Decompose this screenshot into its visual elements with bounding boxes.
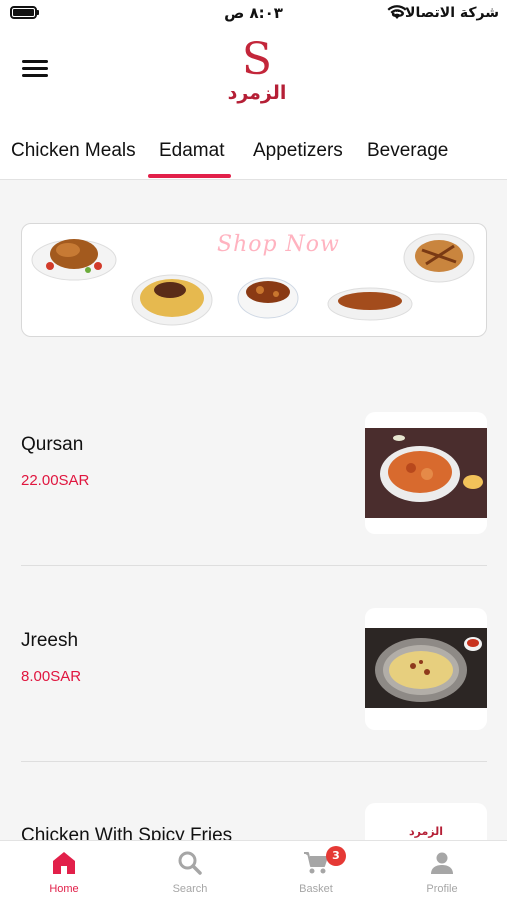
item-image[interactable]	[365, 412, 487, 534]
item-name: Jreesh	[21, 630, 79, 651]
nav-label: Profile	[426, 883, 458, 895]
basket-count-badge: 3	[326, 846, 346, 866]
tab-beverage[interactable]: Beverage	[367, 140, 448, 162]
list-divider	[21, 761, 487, 762]
thumb-logo-text: الزمرد	[408, 825, 444, 838]
list-item[interactable]: Jreesh 8.00SAR	[21, 608, 487, 730]
item-price: 22.00SAR	[21, 472, 90, 489]
promo-banner[interactable]: Shop Now	[21, 223, 487, 337]
tab-edamat[interactable]: Edamat	[159, 140, 224, 162]
nav-home[interactable]: Home	[1, 841, 127, 900]
nav-profile[interactable]: Profile	[379, 841, 505, 900]
nav-search[interactable]: Search	[127, 841, 253, 900]
item-name: Qursan	[21, 434, 84, 455]
logo-letter: S	[241, 34, 273, 85]
bottom-nav: Home Search 3 Basket Profile	[0, 840, 507, 900]
nav-label: Home	[49, 883, 79, 895]
nav-basket[interactable]: 3 Basket	[253, 841, 379, 900]
banner-title: Shop Now	[217, 232, 340, 257]
item-image[interactable]	[365, 608, 487, 730]
category-tabs: Chicken Meals Edamat Appetizers Beverage	[0, 120, 507, 180]
tab-appetizers[interactable]: Appetizers	[253, 140, 343, 162]
carrier-name: شركة الاتصالات	[390, 5, 499, 21]
active-tab-indicator	[148, 174, 231, 178]
nav-label: Basket	[299, 883, 333, 895]
menu-icon[interactable]	[22, 60, 48, 82]
item-price: 8.00SAR	[21, 668, 82, 685]
profile-icon	[431, 852, 453, 874]
nav-label: Search	[172, 883, 208, 895]
status-bar: ٨:٠٣ ص شركة الاتصالات	[0, 0, 507, 28]
brand-logo: S الزمرد	[221, 34, 293, 105]
logo-text: الزمرد	[227, 82, 287, 104]
search-icon	[178, 851, 202, 875]
app-header: S الزمرد	[0, 28, 507, 120]
list-divider	[21, 565, 487, 566]
home-icon	[53, 852, 75, 874]
tab-chicken-meals[interactable]: Chicken Meals	[11, 140, 136, 162]
list-item[interactable]: Qursan 22.00SAR	[21, 412, 487, 534]
